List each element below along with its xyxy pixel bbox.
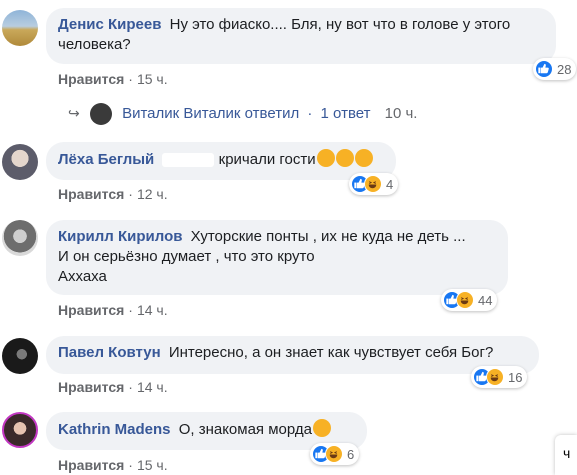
comment-author[interactable]: Павел Ковтун xyxy=(58,344,161,361)
haha-reaction-icon xyxy=(486,368,504,386)
comment-author[interactable]: Денис Киреев xyxy=(58,16,161,33)
comment-actions: Нравится · 12 ч. xyxy=(58,186,168,202)
comment-author[interactable]: Лёха Беглый xyxy=(58,151,154,168)
laughing-emoji-icon xyxy=(316,149,335,167)
comment-bubble: Кирилл Кирилов Хуторские понты , их не к… xyxy=(46,220,508,295)
redacted-text xyxy=(162,153,215,168)
reaction-summary[interactable]: 6 xyxy=(310,443,360,465)
laughing-emoji-icon xyxy=(335,149,354,167)
reply-time: 10 ч. xyxy=(384,104,418,122)
comment-text: О, знакомая морда xyxy=(178,421,312,438)
like-button[interactable]: Нравится xyxy=(58,379,124,395)
haha-reaction-icon xyxy=(364,175,382,193)
comment-text: кричали гости xyxy=(218,151,316,168)
avatar[interactable] xyxy=(2,220,38,256)
avatar[interactable] xyxy=(2,144,38,180)
comment-actions: Нравится · 15 ч. xyxy=(58,457,168,473)
comment-time[interactable]: 14 ч. xyxy=(137,302,168,318)
comment-text: человека? xyxy=(58,36,131,53)
comment-text: Интересно, а он знает как чувствует себя… xyxy=(168,344,494,361)
like-button[interactable]: Нравится xyxy=(58,457,124,473)
laughing-emoji-icon xyxy=(354,149,373,167)
like-button[interactable]: Нравится xyxy=(58,186,124,202)
avatar[interactable] xyxy=(2,412,38,448)
chat-tab[interactable]: ч xyxy=(555,435,577,475)
comment-text: И он серьёзно думает , что это круто xyxy=(58,248,315,265)
comment-author[interactable]: Кирилл Кирилов xyxy=(58,228,182,245)
comment-text: Хуторские понты , их не куда не деть ... xyxy=(190,228,466,245)
comment-time[interactable]: 14 ч. xyxy=(137,379,168,395)
reply-count[interactable]: 1 ответ xyxy=(321,105,371,122)
avatar[interactable] xyxy=(2,10,38,46)
comment-time[interactable]: 12 ч. xyxy=(137,186,168,202)
reaction-summary[interactable]: 4 xyxy=(349,173,399,195)
comment-actions: Нравится · 14 ч. xyxy=(58,302,168,318)
comment-bubble: Павел Ковтун Интересно, а он знает как ч… xyxy=(46,336,539,374)
avatar xyxy=(89,103,112,125)
comment-bubble: Денис Киреев Ну это фиаско.... Бля, ну в… xyxy=(46,8,556,64)
comment-actions: Нравится · 15 ч. xyxy=(58,71,168,87)
view-replies-link[interactable]: ↪ Виталик Виталик ответил · 1 ответ 10 ч… xyxy=(68,103,417,125)
comment-text: Аххаха xyxy=(58,268,107,285)
reply-arrow-icon: ↪ xyxy=(68,104,80,121)
reaction-count: 28 xyxy=(557,61,572,77)
reaction-summary[interactable]: 44 xyxy=(441,289,498,311)
avatar[interactable] xyxy=(2,338,38,374)
reaction-summary[interactable]: 16 xyxy=(471,366,528,388)
like-button[interactable]: Нравится xyxy=(58,302,124,318)
haha-reaction-icon xyxy=(325,445,343,463)
comment-time[interactable]: 15 ч. xyxy=(137,457,168,473)
reaction-count: 4 xyxy=(386,176,394,192)
like-reaction-icon xyxy=(535,60,553,78)
like-button[interactable]: Нравится xyxy=(58,71,124,87)
comment-actions: Нравится · 14 ч. xyxy=(58,379,168,395)
comment-text: Ну это фиаско.... Бля, ну вот что в голо… xyxy=(169,16,511,33)
comment-author[interactable]: Kathrin Madens xyxy=(58,421,171,438)
reaction-count: 6 xyxy=(347,446,355,462)
reply-author[interactable]: Виталик Виталик xyxy=(122,105,240,122)
laughing-emoji-icon xyxy=(312,419,331,437)
chat-icon: ч xyxy=(563,445,571,461)
comment-bubble: Лёха Беглый кричали гости xyxy=(46,142,396,180)
haha-reaction-icon xyxy=(456,291,474,309)
reaction-count: 44 xyxy=(478,292,493,308)
comment-time[interactable]: 15 ч. xyxy=(137,71,168,87)
reaction-summary[interactable]: 28 xyxy=(533,58,577,80)
reaction-count: 16 xyxy=(508,369,523,385)
reply-verb: ответил xyxy=(244,104,300,122)
